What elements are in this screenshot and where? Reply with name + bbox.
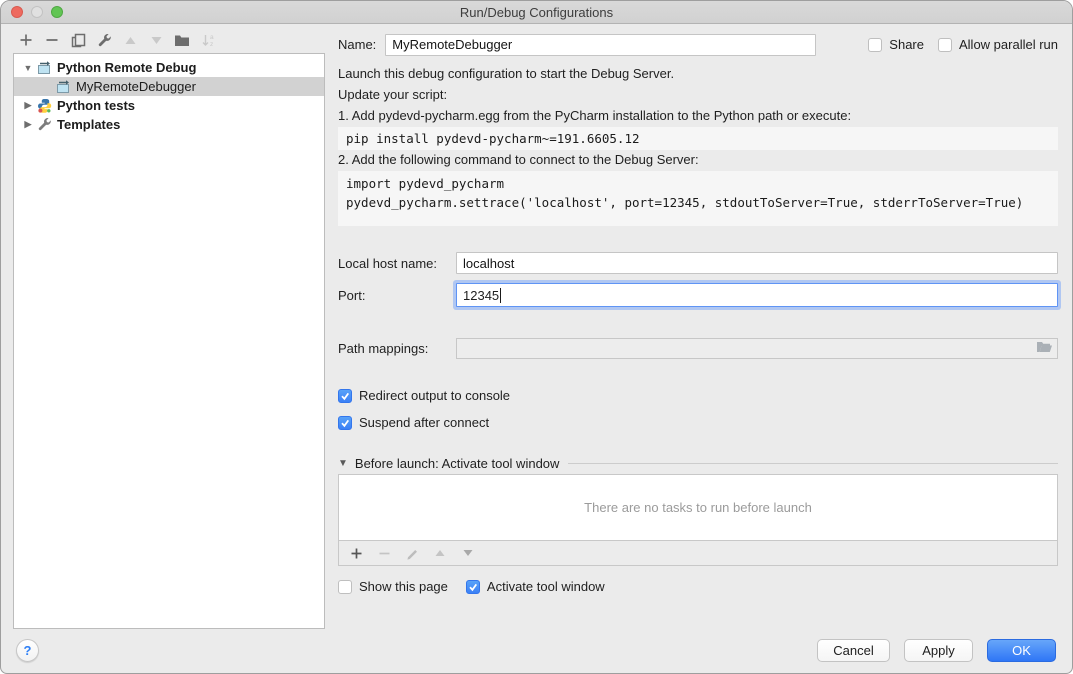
suspend-after-connect-checkbox[interactable]: [338, 416, 352, 430]
path-mappings-input[interactable]: [456, 338, 1058, 359]
title-bar: Run/Debug Configurations: [1, 1, 1072, 24]
port-value: 12345: [463, 288, 499, 303]
pip-install-code: pip install pydevd-pycharm~=191.6605.12: [338, 127, 1058, 150]
move-down-icon[interactable]: [148, 32, 164, 48]
zoom-window-button[interactable]: [51, 6, 63, 18]
name-input[interactable]: [385, 34, 816, 56]
redirect-output-checkbox[interactable]: [338, 389, 352, 403]
redirect-output-label: Redirect output to console: [359, 388, 510, 403]
show-this-page-checkbox[interactable]: [338, 580, 352, 594]
settrace-code-line2: pydevd_pycharm.settrace('localhost', por…: [346, 195, 1023, 210]
edit-templates-wrench-icon[interactable]: [96, 32, 112, 48]
tree-item-label: Python Remote Debug: [57, 60, 196, 75]
settrace-code-line1: import pydevd_pycharm: [346, 176, 504, 191]
window-controls: [11, 1, 63, 23]
no-tasks-text: There are no tasks to run before launch: [584, 500, 812, 515]
local-host-input[interactable]: [456, 252, 1058, 274]
tree-item-python-tests[interactable]: ▶ Python tests: [14, 96, 324, 115]
intro-text: Launch this debug configuration to start…: [338, 66, 1058, 81]
step1-text: 1. Add pydevd-pycharm.egg from the PyCha…: [338, 108, 1058, 123]
tree-item-templates[interactable]: ▶ Templates: [14, 115, 324, 134]
separator-line: [568, 463, 1058, 464]
chevron-right-icon[interactable]: ▶: [20, 119, 36, 130]
update-script-text: Update your script:: [338, 87, 1058, 102]
suspend-after-connect-label: Suspend after connect: [359, 415, 489, 430]
before-launch-header[interactable]: ▼ Before launch: Activate tool window: [338, 456, 1058, 471]
text-caret: [500, 288, 501, 303]
tree-item-label: Python tests: [57, 98, 135, 113]
minimize-window-button[interactable]: [31, 6, 43, 18]
redirect-output-row[interactable]: Redirect output to console: [338, 388, 1058, 403]
move-up-icon[interactable]: [122, 32, 138, 48]
activate-tool-window-label: Activate tool window: [487, 579, 605, 594]
remote-debug-icon: [36, 60, 52, 76]
remove-configuration-icon[interactable]: [44, 32, 60, 48]
sort-configurations-icon[interactable]: az: [200, 32, 216, 48]
local-host-row: Local host name:: [338, 252, 1058, 274]
dialog-buttons: Cancel Apply OK: [817, 639, 1056, 662]
before-launch-tasks-list[interactable]: There are no tasks to run before launch: [338, 474, 1058, 541]
show-this-page-label: Show this page: [359, 579, 448, 594]
activate-tool-window-checkbox[interactable]: [466, 580, 480, 594]
new-folder-icon[interactable]: [174, 32, 190, 48]
chevron-down-icon[interactable]: ▼: [20, 63, 36, 73]
allow-parallel-run-checkbox[interactable]: [938, 38, 952, 52]
before-launch-title: Before launch: Activate tool window: [355, 456, 560, 471]
svg-text:z: z: [210, 41, 213, 48]
path-mappings-label: Path mappings:: [338, 341, 456, 356]
chevron-right-icon[interactable]: ▶: [20, 100, 36, 111]
configurations-toolbar: az: [18, 32, 216, 48]
add-configuration-icon[interactable]: [18, 32, 34, 48]
help-button[interactable]: ?: [16, 639, 39, 662]
tree-item-myremotedebugger-selected[interactable]: MyRemoteDebugger: [14, 77, 324, 96]
add-task-icon[interactable]: [348, 545, 364, 561]
move-task-up-icon[interactable]: [432, 545, 448, 561]
python-tests-icon: [36, 98, 52, 114]
share-checkbox[interactable]: [868, 38, 882, 52]
name-row: Name: Share Allow parallel run: [338, 33, 1058, 56]
remove-task-icon[interactable]: [376, 545, 392, 561]
ok-button[interactable]: OK: [987, 639, 1056, 662]
move-task-down-icon[interactable]: [460, 545, 476, 561]
browse-folder-icon[interactable]: [1036, 340, 1053, 357]
port-label: Port:: [338, 288, 456, 303]
tree-item-label: MyRemoteDebugger: [76, 79, 196, 94]
allow-parallel-run-label: Allow parallel run: [959, 37, 1058, 52]
collapse-triangle-icon[interactable]: ▼: [338, 458, 348, 469]
settrace-code: import pydevd_pycharm pydevd_pycharm.set…: [338, 171, 1058, 226]
name-label: Name:: [338, 37, 376, 52]
close-window-button[interactable]: [11, 6, 23, 18]
path-mappings-row: Path mappings:: [338, 337, 1058, 359]
copy-configuration-icon[interactable]: [70, 32, 86, 48]
suspend-after-connect-row[interactable]: Suspend after connect: [338, 415, 1058, 430]
svg-text:a: a: [210, 34, 214, 41]
window-title: Run/Debug Configurations: [1, 5, 1072, 20]
before-launch-toolbar: [338, 541, 1058, 566]
templates-wrench-icon: [36, 117, 52, 133]
activate-tool-window-row[interactable]: Activate tool window: [466, 579, 605, 594]
show-this-page-row[interactable]: Show this page: [338, 579, 448, 594]
run-debug-configurations-dialog: Run/Debug Configurations az ▼: [0, 0, 1073, 674]
remote-debug-icon: [55, 79, 71, 95]
step2-text: 2. Add the following command to connect …: [338, 152, 1058, 167]
allow-parallel-run-checkbox-row[interactable]: Allow parallel run: [938, 37, 1058, 52]
share-checkbox-row[interactable]: Share: [868, 37, 924, 52]
configurations-tree: ▼ Python Remote Debug MyRemoteDebugger ▶: [13, 53, 325, 629]
edit-task-pencil-icon[interactable]: [404, 545, 420, 561]
tree-item-python-remote-debug[interactable]: ▼ Python Remote Debug: [14, 58, 324, 77]
port-input[interactable]: 12345: [456, 283, 1058, 307]
tree-item-label: Templates: [57, 117, 120, 132]
share-label: Share: [889, 37, 924, 52]
page-options-row: Show this page Activate tool window: [338, 579, 1058, 594]
cancel-button[interactable]: Cancel: [817, 639, 890, 662]
apply-button[interactable]: Apply: [904, 639, 973, 662]
port-row: Port: 12345: [338, 282, 1058, 308]
local-host-label: Local host name:: [338, 256, 456, 271]
